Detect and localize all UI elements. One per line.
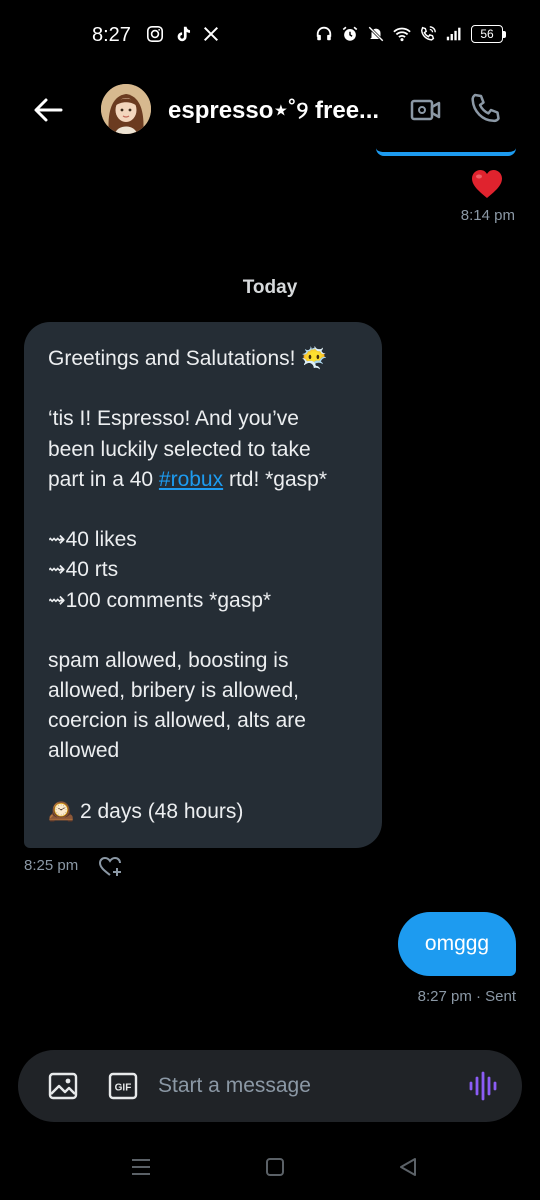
tiktok-icon xyxy=(177,26,191,42)
arrow-left-icon xyxy=(34,98,63,122)
hashtag-link[interactable]: #robux xyxy=(159,468,223,491)
battery-indicator: 56 xyxy=(471,25,506,43)
avatar[interactable] xyxy=(101,84,151,134)
message-line: ⇝40 likes xyxy=(48,528,137,552)
message-line: spam allowed, boosting is xyxy=(48,648,289,672)
message-line: ‘tis I! Espresso! And you’ve xyxy=(48,407,299,431)
battery-level: 56 xyxy=(471,25,503,43)
message-input[interactable] xyxy=(158,1068,448,1104)
wifi-call-icon xyxy=(420,26,436,41)
voice-call-button[interactable] xyxy=(468,90,504,126)
message-line: part in a 40 xyxy=(48,467,159,491)
voice-waveform-icon xyxy=(469,1071,497,1101)
gif-label: GIF xyxy=(115,1083,132,1094)
voice-message-button[interactable] xyxy=(468,1070,498,1102)
message-composer: GIF xyxy=(18,1050,522,1122)
chat-title[interactable]: espresso⋆˚୨ free... xyxy=(168,96,398,125)
status-left-icons xyxy=(146,24,220,44)
add-photo-button[interactable] xyxy=(48,1072,78,1100)
chat-header: espresso⋆˚୨ free... xyxy=(0,72,540,148)
add-reaction-button[interactable] xyxy=(98,855,124,879)
avatar-illustration xyxy=(101,84,151,134)
incoming-message-text: Greetings and Salutations! 😶‍🌫️ ‘tis I! … xyxy=(48,344,358,827)
status-time: 8:27 xyxy=(92,24,131,46)
heart-emoji-message[interactable] xyxy=(470,168,504,200)
message-line: ⇝40 rts xyxy=(48,558,119,582)
instagram-icon xyxy=(146,25,164,43)
incoming-message-bubble[interactable]: Greetings and Salutations! 😶‍🌫️ ‘tis I! … xyxy=(24,322,382,848)
gif-icon: GIF xyxy=(108,1072,138,1100)
message-line: 🕰️ 2 days (48 hours) xyxy=(48,799,244,823)
message-line: allowed, bribery is allowed, xyxy=(48,679,299,703)
signal-icon xyxy=(446,27,461,41)
home-icon[interactable] xyxy=(265,1157,285,1177)
headphones-icon xyxy=(316,26,332,41)
back-button[interactable] xyxy=(30,92,66,128)
day-divider: Today xyxy=(242,277,298,298)
message-line-with-hashtag: part in a 40 #robux rtd! *gasp* xyxy=(48,465,358,495)
message-line: been luckily selected to take xyxy=(48,437,311,461)
phone-icon xyxy=(471,93,500,123)
system-nav-bar xyxy=(0,1140,540,1200)
video-call-icon xyxy=(410,99,441,121)
recent-apps-icon[interactable] xyxy=(130,1156,152,1178)
outgoing-message-bubble[interactable]: omggg xyxy=(398,912,516,976)
message-status: 8:27 pm · Sent xyxy=(417,988,516,1005)
message-line: allowed xyxy=(48,739,120,763)
gif-button[interactable]: GIF xyxy=(108,1072,138,1100)
message-timestamp: 8:14 pm xyxy=(460,207,515,224)
image-icon xyxy=(48,1072,78,1100)
back-triangle-icon[interactable] xyxy=(397,1156,419,1178)
message-timestamp: 8:25 pm xyxy=(24,857,79,874)
x-icon xyxy=(203,26,219,42)
video-call-button[interactable] xyxy=(408,92,444,128)
message-line: coercion is allowed, alts are xyxy=(48,709,306,733)
wifi-icon xyxy=(393,27,411,42)
heart-plus-icon xyxy=(98,856,121,876)
status-right-icons: 56 xyxy=(315,24,506,44)
alarm-icon xyxy=(342,26,358,41)
status-bar: 8:27 56 xyxy=(0,0,540,70)
message-line: Greetings and Salutations! 😶‍🌫️ xyxy=(48,347,328,370)
previous-message-bubble[interactable] xyxy=(376,148,516,156)
message-line: ⇝100 comments *gasp* xyxy=(48,588,272,612)
mute-icon xyxy=(368,26,384,42)
message-line: rtd! *gasp* xyxy=(223,467,328,491)
